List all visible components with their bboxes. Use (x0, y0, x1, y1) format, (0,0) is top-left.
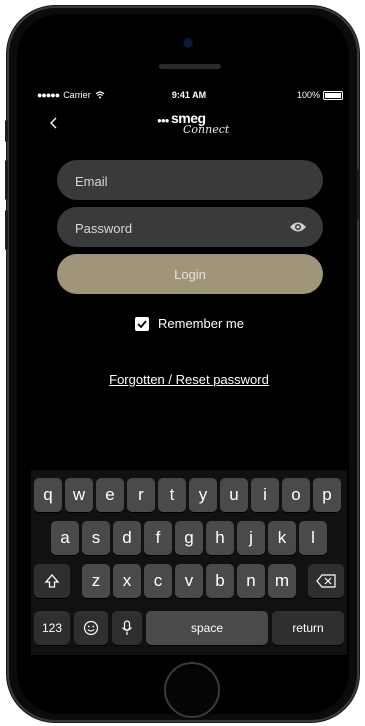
key-e[interactable]: e (96, 478, 124, 512)
volume-down-button (5, 210, 8, 250)
backspace-icon (316, 574, 336, 588)
battery-percent: 100% (296, 90, 320, 100)
emoji-icon (83, 620, 99, 636)
front-camera (184, 39, 192, 47)
key-i[interactable]: i (251, 478, 279, 512)
key-o[interactable]: o (282, 478, 310, 512)
key-w[interactable]: w (65, 478, 93, 512)
key-n[interactable]: n (237, 564, 265, 598)
chevron-left-icon (50, 117, 57, 129)
logo-sub: Connect (183, 123, 230, 136)
smeg-connect-logo: ●●● smeg Connect (157, 110, 229, 140)
remember-me-label: Remember me (158, 316, 244, 331)
checkbox-checked-icon[interactable] (135, 316, 149, 331)
eye-icon[interactable] (289, 220, 307, 234)
key-h[interactable]: h (206, 521, 234, 555)
key-l[interactable]: l (299, 521, 327, 555)
key-g[interactable]: g (175, 521, 203, 555)
status-bar: ●●●●● Carrier 9:41 AM 100% (31, 86, 347, 106)
space-key[interactable]: space (146, 611, 268, 645)
shift-key[interactable] (34, 564, 70, 598)
emoji-key[interactable] (74, 611, 108, 645)
key-y[interactable]: y (189, 478, 217, 512)
back-button[interactable] (45, 114, 63, 132)
numbers-key[interactable]: 123 (34, 611, 70, 645)
earpiece-speaker (159, 64, 221, 69)
key-u[interactable]: u (220, 478, 248, 512)
key-c[interactable]: c (144, 564, 172, 598)
mute-switch (5, 120, 8, 142)
key-a[interactable]: a (51, 521, 79, 555)
password-field[interactable] (57, 207, 323, 249)
microphone-icon (122, 620, 132, 635)
key-m[interactable]: m (268, 564, 296, 598)
key-b[interactable]: b (206, 564, 234, 598)
login-button[interactable]: Login (57, 254, 323, 294)
forgot-password-link[interactable]: Forgotten / Reset password (31, 372, 347, 387)
email-input[interactable] (73, 160, 287, 202)
battery-icon (323, 90, 343, 100)
key-j[interactable]: j (237, 521, 265, 555)
key-k[interactable]: k (268, 521, 296, 555)
logo-mark-icon: ●●● (157, 116, 169, 125)
password-input[interactable] (73, 207, 287, 249)
battery-indicator: 100% (297, 90, 343, 100)
remember-me[interactable]: Remember me (135, 316, 244, 331)
key-s[interactable]: s (82, 521, 110, 555)
delete-key[interactable] (308, 564, 344, 598)
shift-icon (44, 574, 60, 588)
key-t[interactable]: t (158, 478, 186, 512)
key-q[interactable]: q (34, 478, 62, 512)
key-z[interactable]: z (82, 564, 110, 598)
screen: ●●●●● Carrier 9:41 AM 100% ●●● smeg Conn… (31, 86, 347, 655)
dictation-key[interactable] (112, 611, 142, 645)
key-x[interactable]: x (113, 564, 141, 598)
volume-up-button (5, 160, 8, 200)
key-f[interactable]: f (144, 521, 172, 555)
home-button[interactable] (164, 662, 220, 718)
key-v[interactable]: v (175, 564, 203, 598)
key-r[interactable]: r (127, 478, 155, 512)
email-field[interactable] (57, 160, 323, 202)
key-p[interactable]: p (313, 478, 341, 512)
return-key[interactable]: return (272, 611, 344, 645)
keyboard: q w e r t y u i o p a s d f g h j k l z … (31, 470, 347, 655)
key-d[interactable]: d (113, 521, 141, 555)
power-button (357, 170, 360, 220)
